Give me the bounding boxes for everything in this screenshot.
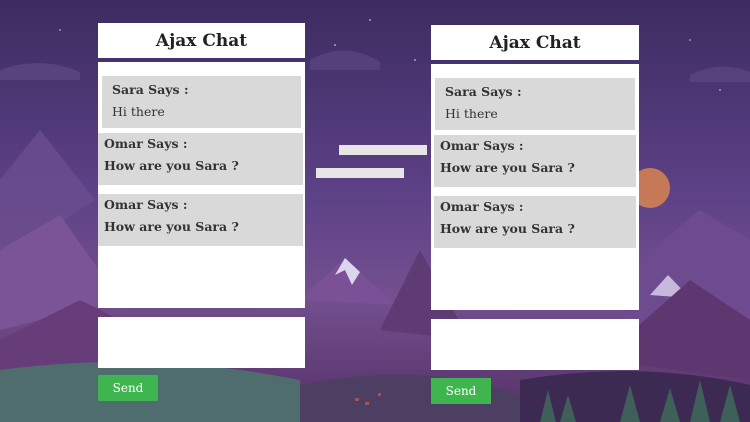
message-sender: Sara Says : [112,82,189,97]
send-button[interactable]: Send [98,375,158,401]
message-item: Omar Says : How are you Sara ? [434,135,636,187]
message-input[interactable] [431,319,639,370]
connector-bar-top [339,145,427,155]
message-item: Omar Says : How are you Sara ? [434,196,636,248]
message-sender: Omar Says : [104,136,188,151]
message-item: Sara Says : Hi there [102,76,301,128]
chat-title: Ajax Chat [431,25,639,60]
message-item: Omar Says : How are you Sara ? [98,194,303,246]
message-text: Hi there [112,104,165,119]
message-sender: Omar Says : [440,138,524,153]
send-button[interactable]: Send [431,378,491,404]
message-text: How are you Sara ? [104,219,239,234]
message-text: Hi there [445,106,498,121]
message-sender: Omar Says : [440,199,524,214]
connector-bar-bottom [316,168,404,178]
message-sender: Omar Says : [104,197,188,212]
message-item: Omar Says : How are you Sara ? [98,133,303,185]
message-item: Sara Says : Hi there [435,78,635,130]
message-text: How are you Sara ? [440,221,575,236]
message-text: How are you Sara ? [104,158,239,173]
message-input[interactable] [98,317,305,368]
chat-messages: Sara Says : Hi there Omar Says : How are… [98,62,305,308]
chat-messages: Sara Says : Hi there Omar Says : How are… [431,64,639,310]
message-text: How are you Sara ? [440,160,575,175]
chat-title: Ajax Chat [98,23,305,58]
message-sender: Sara Says : [445,84,522,99]
chat-window-right: Ajax Chat Sara Says : Hi there Omar Says… [431,25,639,405]
chat-window-left: Ajax Chat Sara Says : Hi there Omar Says… [98,23,305,403]
